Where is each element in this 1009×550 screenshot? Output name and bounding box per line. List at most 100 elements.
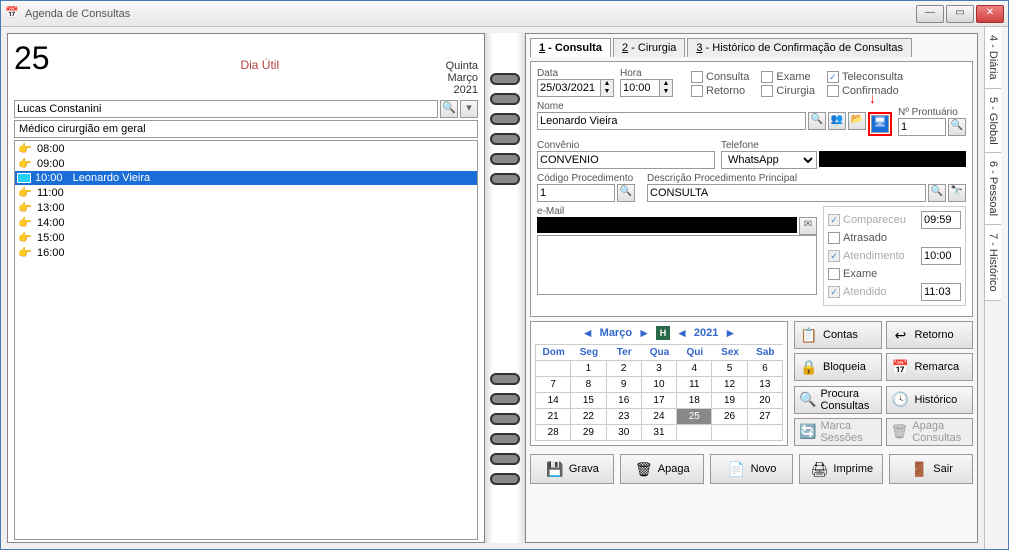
slot-row[interactable]: 10:00 Leonardo Vieira xyxy=(15,171,477,185)
marca-button[interactable]: 🔄Marca Sessões xyxy=(794,418,882,446)
apaga-button[interactable]: 🗑Apaga xyxy=(620,454,704,484)
cal-month-next-icon[interactable]: ► xyxy=(638,326,650,340)
sidetab-historico[interactable]: 7 - Histórico xyxy=(985,225,1001,301)
check-atrasado[interactable]: Atrasado xyxy=(828,232,887,244)
cal-day[interactable]: 2 xyxy=(607,361,642,377)
slot-row[interactable]: 👉15:00 xyxy=(15,230,477,245)
cal-day[interactable]: 15 xyxy=(571,393,606,409)
check-atendimento[interactable]: ✓Atendimento xyxy=(828,250,905,262)
sidetab-pessoal[interactable]: 6 - Pessoal xyxy=(985,153,1001,225)
grava-button[interactable]: 💾Grava xyxy=(530,454,614,484)
cal-day[interactable]: 28 xyxy=(536,425,571,441)
cal-day[interactable]: 8 xyxy=(571,377,606,393)
descproc-search-icon[interactable]: 🔍 xyxy=(928,184,946,202)
data-input[interactable] xyxy=(537,79,601,97)
cal-day[interactable]: 6 xyxy=(748,361,783,377)
hora-up[interactable]: ▲ xyxy=(660,80,672,88)
prontuario-input[interactable] xyxy=(898,118,946,136)
cal-day[interactable]: 30 xyxy=(607,425,642,441)
data-down[interactable]: ▼ xyxy=(601,88,613,96)
hora-down[interactable]: ▼ xyxy=(660,88,672,96)
minimize-button[interactable]: — xyxy=(916,5,944,23)
cal-day[interactable]: 24 xyxy=(642,409,677,425)
cal-year-next-icon[interactable]: ► xyxy=(724,326,736,340)
convenio-input[interactable] xyxy=(537,151,715,169)
cal-day[interactable]: 18 xyxy=(677,393,712,409)
check-exame[interactable]: Exame xyxy=(761,71,815,83)
maximize-button[interactable]: ▭ xyxy=(946,5,974,23)
calendar-grid[interactable]: DomSegTerQuaQuiSexSab1234567891011121314… xyxy=(535,344,783,441)
cal-day[interactable]: 12 xyxy=(712,377,747,393)
check-retorno[interactable]: Retorno xyxy=(691,85,749,97)
cal-day[interactable]: 1 xyxy=(571,361,606,377)
telefone-tipo-select[interactable]: WhatsApp xyxy=(721,151,817,169)
cal-month-prev-icon[interactable]: ◄ xyxy=(582,326,594,340)
email-send-icon[interactable]: ✉ xyxy=(799,217,817,235)
cal-day[interactable]: 17 xyxy=(642,393,677,409)
cal-day[interactable]: 23 xyxy=(607,409,642,425)
slot-row[interactable]: 👉13:00 xyxy=(15,200,477,215)
check-atendido[interactable]: ✓Atendido xyxy=(828,286,886,298)
cal-day[interactable]: 4 xyxy=(677,361,712,377)
sidetab-global[interactable]: 5 - Global xyxy=(985,89,1001,154)
data-up[interactable]: ▲ xyxy=(601,80,613,88)
sidetab-diaria[interactable]: 4 - Diária xyxy=(985,27,1001,89)
procura-button[interactable]: 🔍Procura Consultas xyxy=(794,386,882,414)
cal-year-prev-icon[interactable]: ◄ xyxy=(676,326,688,340)
compareceu-time[interactable] xyxy=(921,211,961,229)
tab-consulta[interactable]: 1 - Consulta xyxy=(530,38,611,57)
check-confirmado[interactable]: Confirmado xyxy=(827,85,903,97)
tab-cirurgia[interactable]: 2 - Cirurgia xyxy=(613,38,685,57)
apaga-consultas-button[interactable]: 🗑Apaga Consultas xyxy=(886,418,974,446)
descproc-input[interactable] xyxy=(647,184,926,202)
slot-row[interactable]: 👉09:00 xyxy=(15,156,477,171)
novo-button[interactable]: 📄Novo xyxy=(710,454,794,484)
cal-day[interactable]: 10 xyxy=(642,377,677,393)
nome-people-icon[interactable]: 👥 xyxy=(828,112,846,130)
cal-today-icon[interactable]: H xyxy=(656,326,670,340)
nome-search-icon[interactable]: 🔍 xyxy=(808,112,826,130)
check-teleconsulta[interactable]: ✓Teleconsulta xyxy=(827,71,903,83)
cal-day[interactable]: 9 xyxy=(607,377,642,393)
retorno-button[interactable]: ↩Retorno xyxy=(886,321,974,349)
cal-day[interactable]: 19 xyxy=(712,393,747,409)
historico-button[interactable]: 🕓Histórico xyxy=(886,386,974,414)
doctor-next-icon[interactable]: ▾ xyxy=(460,100,478,118)
nome-input[interactable] xyxy=(537,112,806,130)
nome-folder-icon[interactable]: 📂 xyxy=(848,112,866,130)
cal-day[interactable]: 22 xyxy=(571,409,606,425)
cal-day[interactable]: 13 xyxy=(748,377,783,393)
cal-day[interactable]: 16 xyxy=(607,393,642,409)
descproc-binoc-icon[interactable]: 🔭 xyxy=(948,184,966,202)
cal-day[interactable]: 5 xyxy=(712,361,747,377)
check-consulta[interactable]: Consulta xyxy=(691,71,749,83)
slot-row[interactable]: 👉16:00 xyxy=(15,245,477,260)
notes-area[interactable] xyxy=(537,235,817,295)
check-exame-status[interactable]: Exame xyxy=(828,268,877,280)
cal-day[interactable]: 14 xyxy=(536,393,571,409)
atendido-time[interactable] xyxy=(921,283,961,301)
imprime-button[interactable]: 🖨Imprime xyxy=(799,454,883,484)
cal-day[interactable]: 11 xyxy=(677,377,712,393)
hora-input[interactable] xyxy=(620,79,660,97)
contas-button[interactable]: 📋Contas xyxy=(794,321,882,349)
bloqueia-button[interactable]: 🔒Bloqueia xyxy=(794,353,882,381)
check-cirurgia[interactable]: Cirurgia xyxy=(761,85,815,97)
cal-day[interactable]: 31 xyxy=(642,425,677,441)
cal-day[interactable]: 25 xyxy=(677,409,712,425)
doctor-input[interactable] xyxy=(14,100,438,118)
doctor-search-icon[interactable]: 🔍 xyxy=(440,100,458,118)
codproc-input[interactable] xyxy=(537,184,615,202)
atendimento-time[interactable] xyxy=(921,247,961,265)
codproc-search-icon[interactable]: 🔍 xyxy=(617,184,635,202)
slot-row[interactable]: 👉14:00 xyxy=(15,215,477,230)
cal-day[interactable]: 21 xyxy=(536,409,571,425)
prontuario-search-icon[interactable]: 🔍 xyxy=(948,118,966,136)
cal-day[interactable]: 27 xyxy=(748,409,783,425)
slot-row[interactable]: 👉11:00 xyxy=(15,185,477,200)
nome-tele-icon[interactable]: 🖥 xyxy=(871,115,889,133)
cal-day[interactable]: 3 xyxy=(642,361,677,377)
remarca-button[interactable]: 📅Remarca xyxy=(886,353,974,381)
cal-day[interactable]: 26 xyxy=(712,409,747,425)
sair-button[interactable]: 🚪Sair xyxy=(889,454,973,484)
